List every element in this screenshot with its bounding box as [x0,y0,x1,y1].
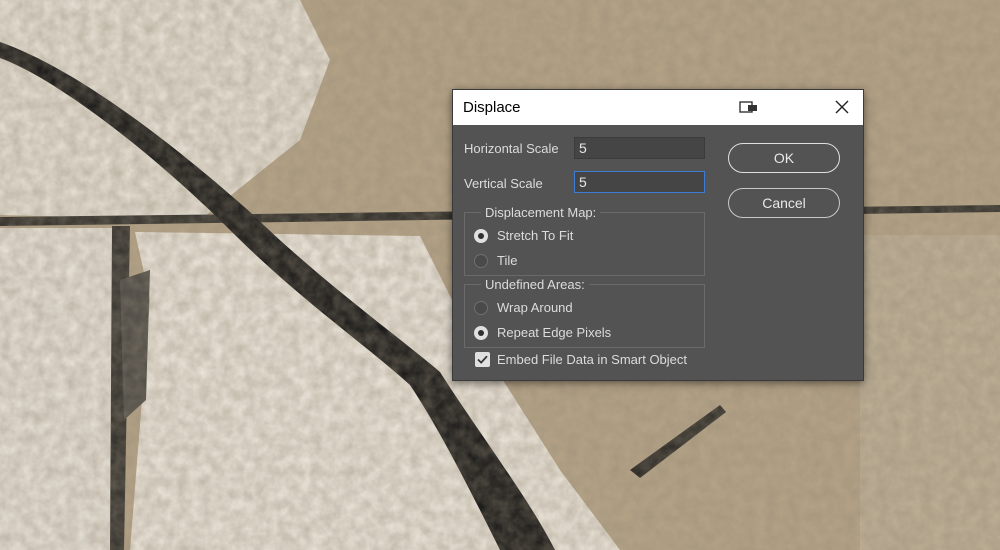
wrap-around-radio[interactable] [474,301,488,315]
displacement-map-legend: Displacement Map: [481,205,601,220]
vertical-scale-input[interactable]: 5 [574,171,705,193]
repeat-edge-pixels-radio[interactable] [474,326,488,340]
tile-radio[interactable] [474,254,488,268]
undefined-areas-legend: Undefined Areas: [481,277,589,292]
horizontal-scale-input[interactable]: 5 [574,137,705,159]
stretch-to-fit-radio[interactable] [474,229,488,243]
vertical-scale-label: Vertical Scale [464,176,543,191]
preview-window-icon [739,101,757,113]
dialog-titlebar[interactable]: Displace [453,90,863,125]
repeat-edge-pixels-label: Repeat Edge Pixels [497,325,612,340]
horizontal-scale-label: Horizontal Scale [464,141,559,156]
stretch-to-fit-label: Stretch To Fit [497,228,574,243]
wrap-around-label: Wrap Around [497,300,573,315]
cancel-button[interactable]: Cancel [728,188,840,218]
embed-file-data-label: Embed File Data in Smart Object [497,352,688,367]
tile-label: Tile [497,253,518,268]
close-icon[interactable] [832,97,852,117]
undefined-areas-group: Undefined Areas: Wrap Around Repeat Edge… [464,277,705,348]
displace-dialog: Displace Horizontal Scale 5 Vertical Sca… [452,89,864,381]
embed-file-data-checkbox[interactable] [475,352,490,367]
checkmark-icon [477,355,488,364]
dialog-title: Displace [463,99,521,116]
displacement-map-group: Displacement Map: Stretch To Fit Tile [464,205,705,276]
ok-button[interactable]: OK [728,143,840,173]
